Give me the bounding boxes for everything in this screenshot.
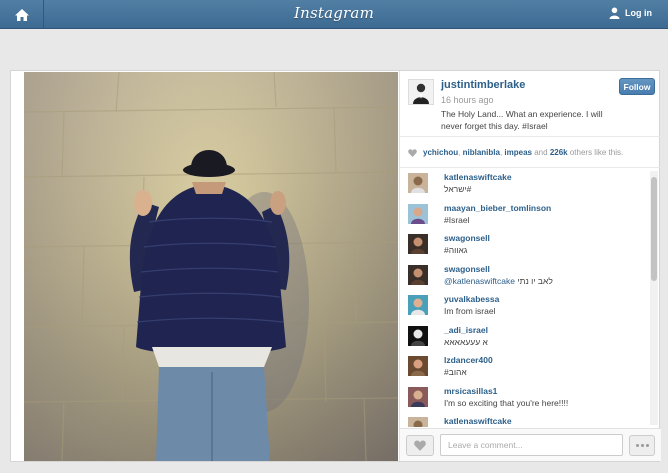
comments-scrollbar[interactable] xyxy=(650,171,658,425)
post-timestamp: 16 hours ago xyxy=(441,95,494,105)
comment-username[interactable]: mrsicasillas1 xyxy=(444,386,650,397)
avatar[interactable] xyxy=(408,173,428,193)
avatar-illustration xyxy=(413,83,429,104)
comment-username[interactable]: yuvalkabessa xyxy=(444,294,650,305)
post-card: justintimberlake 16 hours ago The Holy L… xyxy=(10,70,661,462)
comment-input[interactable] xyxy=(440,434,623,456)
comment-username[interactable]: maayan_bieber_tomlinson xyxy=(444,203,650,214)
post-side-panel: justintimberlake 16 hours ago The Holy L… xyxy=(399,71,661,461)
dot-icon xyxy=(645,444,649,447)
like-button[interactable] xyxy=(406,435,434,456)
follow-button[interactable]: Follow xyxy=(619,78,655,95)
heart-icon xyxy=(408,148,417,157)
top-bar: Instagram Log in xyxy=(0,0,668,29)
list-item: maayan_bieber_tomlinson #Israel xyxy=(400,200,650,231)
post-header: justintimberlake 16 hours ago The Holy L… xyxy=(400,71,661,137)
avatar[interactable] xyxy=(408,203,428,224)
comment-text: I'm so exciting that you're here!!!! xyxy=(444,397,569,408)
post-username[interactable]: justintimberlake xyxy=(441,79,525,91)
comment-list[interactable]: katlenaswiftcake ישראל# maayan_bieber_to… xyxy=(400,169,650,427)
avatar[interactable] xyxy=(408,264,428,285)
avatar[interactable] xyxy=(408,386,428,407)
list-item: mrsicasillas1 I'm so exciting that you'r… xyxy=(400,383,650,414)
heart-icon xyxy=(414,440,426,451)
post-photo[interactable] xyxy=(24,72,398,461)
instagram-logo[interactable]: Instagram xyxy=(0,4,668,22)
dot-icon xyxy=(635,444,639,447)
comment-username[interactable]: lzdancer400 xyxy=(444,355,650,366)
post-caption: The Holy Land... What an experience. I w… xyxy=(441,109,603,131)
avatar[interactable] xyxy=(408,79,434,105)
avatar[interactable] xyxy=(408,295,428,315)
list-item: katlenaswiftcake ישראל# xyxy=(400,169,650,200)
comment-username[interactable]: swagonsell xyxy=(444,233,650,244)
comment-username[interactable]: katlenaswiftcake xyxy=(444,416,650,427)
list-item: swagonsell @katlenaswiftcake לאב יו נתי xyxy=(400,261,650,292)
comment-username[interactable]: _adi_israel xyxy=(444,325,650,336)
comment-text: #Israel xyxy=(444,214,470,225)
liker-link[interactable]: ychichou xyxy=(423,148,458,157)
avatar[interactable] xyxy=(408,325,428,346)
comment-text: א עעעאאאא xyxy=(444,336,488,347)
comment-text: Im from israel xyxy=(444,306,496,316)
avatar[interactable] xyxy=(408,417,428,427)
comment-text: ישראל# xyxy=(444,184,472,194)
comment-text: #גאווה xyxy=(444,245,468,255)
comment-text: #אהוב xyxy=(444,367,467,377)
comment-username[interactable]: swagonsell xyxy=(444,264,650,275)
photo-illustration xyxy=(24,72,398,461)
liker-link[interactable]: niblanibla xyxy=(463,148,500,157)
dot-icon xyxy=(640,444,644,447)
avatar[interactable] xyxy=(408,356,428,376)
list-item: _adi_israel א עעעאאאא xyxy=(400,322,650,353)
list-item: katlenaswiftcake xyxy=(400,413,650,427)
liker-link[interactable]: impeas xyxy=(504,148,532,157)
login-label: Log in xyxy=(625,8,652,18)
likes-summary: ychichou, niblanibla, impeas and 226k ot… xyxy=(400,138,661,168)
more-options-button[interactable] xyxy=(629,435,655,456)
login-button[interactable]: Log in xyxy=(609,7,652,19)
comment-text: @katlenaswiftcake לאב יו נתי xyxy=(444,275,650,287)
scrollbar-thumb[interactable] xyxy=(651,177,657,281)
likes-and: and xyxy=(534,148,548,157)
list-item: swagonsell #גאווה xyxy=(400,230,650,261)
likes-suffix: others like this. xyxy=(569,148,624,157)
comment-text-body: לאב יו נתי xyxy=(517,275,553,286)
comment-username[interactable]: katlenaswiftcake xyxy=(444,172,650,183)
likes-count[interactable]: 226k xyxy=(550,148,568,157)
list-item: lzdancer400 #אהוב xyxy=(400,352,650,383)
user-icon xyxy=(609,7,620,19)
comment-footer xyxy=(400,428,661,461)
list-item: yuvalkabessa Im from israel xyxy=(400,291,650,322)
avatar[interactable] xyxy=(408,234,428,254)
likes-separator: , xyxy=(499,148,503,157)
likes-separator: , xyxy=(458,148,461,157)
comment-mention[interactable]: @katlenaswiftcake xyxy=(444,276,515,286)
